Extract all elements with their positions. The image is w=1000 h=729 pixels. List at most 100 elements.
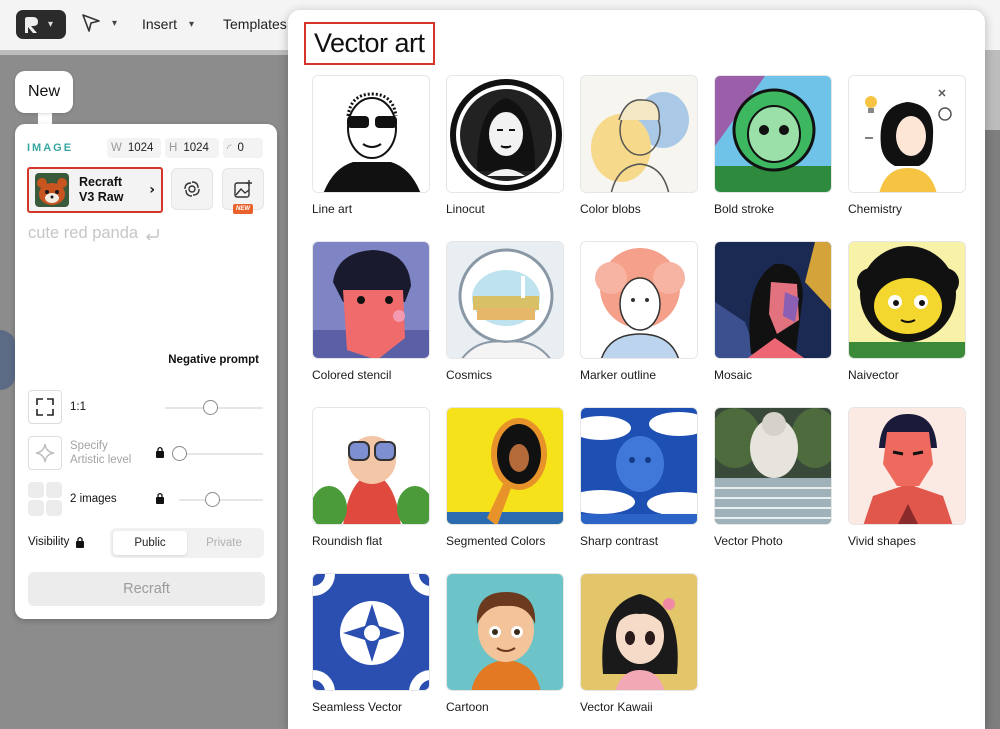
style-tile-marker-outline[interactable]: Marker outline [580,241,698,382]
height-field[interactable]: H 1024 [165,138,219,158]
style-tile-vector-kawaii[interactable]: Vector Kawaii [580,573,698,714]
style-preview [580,573,698,691]
style-name: Vivid shapes [848,534,916,548]
lock-icon [156,492,164,504]
style-tile-roundish-flat[interactable]: Roundish flat [312,407,430,548]
app-menu-button[interactable]: ▾ [16,10,66,39]
style-preview [446,573,564,691]
chevron-down-icon: ▾ [112,17,118,29]
style-preview [312,75,430,193]
style-preview [446,241,564,359]
width-key: W [111,142,122,154]
templates-menu-label: Templates [223,16,287,32]
style-name: Seamless Vector [312,700,403,714]
enter-icon [146,228,159,241]
style-tile-bold-stroke[interactable]: Bold stroke [714,75,832,216]
style-preview [312,573,430,691]
style-name: Vector Photo [714,534,783,548]
new-badge: NEW [233,204,253,214]
visibility-label-text: Visibility [28,536,70,548]
style-preview [714,75,832,193]
gallery-title: Vector art [304,22,435,65]
style-preview [580,407,698,525]
style-tile-seamless-vector[interactable]: Seamless Vector [312,573,430,714]
style-preview [580,75,698,193]
style-name: Roundish flat [312,534,383,548]
red-panda-thumbnail [35,173,69,207]
visibility-private-option[interactable]: Private [187,531,261,555]
canvas-image-edge [0,330,16,390]
style-tile-mosaic[interactable]: Mosaic [714,241,832,382]
aspect-ratio-slider-knob[interactable] [203,400,218,415]
pointer-icon [82,14,100,32]
recraft-logo-icon [25,16,38,33]
image-grid-icon [28,482,62,516]
model-selector-button[interactable]: Recraft V3 Raw › [27,167,163,213]
add-image-icon [234,180,252,198]
chevron-down-icon: ▾ [189,18,195,30]
aspect-ratio-button[interactable] [28,390,62,424]
style-tile-cosmics[interactable]: Cosmics [446,241,564,382]
seed-icon: ◜ [227,143,232,155]
style-preview [714,407,832,525]
style-name: Line art [312,202,353,216]
visibility-label: Visibility [28,536,85,548]
panel-header: IMAGE W 1024 H 1024 ◜ 0 [27,138,267,158]
image-count-slider-knob[interactable] [205,492,220,507]
artistic-level-button[interactable] [28,436,62,470]
new-bubble-tail [38,111,52,125]
model-name: Recraft V3 Raw [79,175,149,205]
style-tile-segmented-colors[interactable]: Segmented Colors [446,407,564,548]
style-preview [580,241,698,359]
style-tile-naivector[interactable]: Naivector [848,241,966,382]
style-name: Sharp contrast [580,534,659,548]
style-tile-vector-photo[interactable]: Vector Photo [714,407,832,548]
style-tile-colored-stencil[interactable]: Colored stencil [312,241,430,382]
insert-menu[interactable]: Insert ▾ [142,16,194,32]
style-palette-button[interactable] [171,168,213,210]
model-name-line1: Recraft [79,175,123,189]
aspect-ratio-row: 1:1 [28,390,86,424]
style-tile-vivid-shapes[interactable]: Vivid shapes [848,407,966,548]
vector-art-style-gallery: Vector art Line art Linocut Color blobs … [288,10,985,729]
templates-menu[interactable]: Templates [223,16,287,32]
style-tile-chemistry[interactable]: Chemistry [848,75,966,216]
visibility-toggle: Public Private [110,528,264,558]
style-tile-color-blobs[interactable]: Color blobs [580,75,698,216]
width-value: 1024 [127,142,154,154]
style-name: Segmented Colors [446,534,546,548]
swirl-icon [184,181,200,197]
artistic-level-row: Specify Artistic level [28,436,131,470]
sparkle-icon [35,443,55,463]
chevron-down-icon: ▾ [48,19,54,30]
width-field[interactable]: W 1024 [107,138,161,158]
insert-menu-label: Insert [142,16,178,32]
style-name: Linocut [446,202,485,216]
select-tool-button[interactable]: ▾ [80,12,117,34]
style-name: Marker outline [580,368,657,382]
style-preview [848,407,966,525]
prompt-input[interactable]: cute red panda [28,224,160,243]
visibility-public-option[interactable]: Public [113,531,187,555]
artistic-level-label: Specify Artistic level [70,439,131,467]
style-tile-linocut[interactable]: Linocut [446,75,564,216]
artistic-level-slider-knob[interactable] [172,446,187,461]
aspect-ratio-icon [36,398,54,416]
style-name: Cartoon [446,700,489,714]
negative-prompt-toggle[interactable]: Negative prompt [168,354,259,366]
image-count-slider[interactable] [179,492,263,507]
style-name: Naivector [848,368,899,382]
style-tile-line-art[interactable]: Line art [312,75,430,216]
new-frame-label[interactable]: New [15,71,73,113]
canvas-overlay-right [985,130,1000,729]
recraft-button[interactable]: Recraft [28,572,265,606]
style-preview [312,407,430,525]
seed-field[interactable]: ◜ 0 [223,138,263,158]
image-count-value: 2 images [70,493,117,505]
style-tile-cartoon[interactable]: Cartoon [446,573,564,714]
aspect-ratio-slider[interactable] [165,400,263,415]
artistic-level-slider[interactable] [172,446,263,461]
lock-icon [76,536,85,548]
style-preview [312,241,430,359]
style-tile-sharp-contrast[interactable]: Sharp contrast [580,407,698,548]
